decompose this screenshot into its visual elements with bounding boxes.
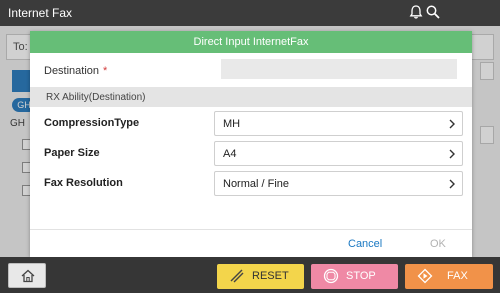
home-icon xyxy=(21,269,35,283)
reset-icon xyxy=(230,269,244,283)
section-header: RX Ability(Destination) xyxy=(30,87,472,107)
compression-type-select[interactable]: MH xyxy=(214,111,463,136)
direct-input-dialog: Direct Input InternetFax Destination * RX… xyxy=(30,31,472,257)
setting-label: Paper Size xyxy=(44,147,100,159)
chevron-right-icon xyxy=(449,149,455,159)
start-icon xyxy=(417,268,433,284)
select-value: A4 xyxy=(223,148,237,160)
top-bar: Internet Fax xyxy=(0,0,500,26)
destination-input[interactable] xyxy=(221,59,457,79)
reset-label: RESET xyxy=(252,270,289,282)
fax-resolution-select[interactable]: Normal / Fine xyxy=(214,171,463,196)
bottom-bar: RESET STOP FAX xyxy=(0,257,500,293)
chevron-right-icon xyxy=(449,179,455,189)
required-mark: * xyxy=(103,65,108,77)
fax-label: FAX xyxy=(447,270,468,282)
setting-label: Fax Resolution xyxy=(44,177,123,189)
stop-icon xyxy=(323,268,339,284)
dialog-footer: Cancel OK xyxy=(30,229,472,257)
cancel-button[interactable]: Cancel xyxy=(348,238,382,250)
paper-size-select[interactable]: A4 xyxy=(214,141,463,166)
section-title: RX Ability(Destination) xyxy=(46,92,146,103)
destination-label: Destination * xyxy=(44,65,108,77)
stop-button[interactable]: STOP xyxy=(311,264,398,289)
ok-button[interactable]: OK xyxy=(430,238,446,250)
paper-size-row: Paper Size A4 xyxy=(30,139,472,168)
setting-label: CompressionType xyxy=(44,117,140,129)
fax-start-button[interactable]: FAX xyxy=(405,264,493,289)
fax-resolution-row: Fax Resolution Normal / Fine xyxy=(30,169,472,198)
home-button[interactable] xyxy=(8,263,46,288)
select-value: Normal / Fine xyxy=(223,178,290,190)
chevron-right-icon xyxy=(449,119,455,129)
dialog-title: Direct Input InternetFax xyxy=(30,31,472,53)
select-value: MH xyxy=(223,118,241,130)
app-title: Internet Fax xyxy=(8,6,73,20)
search-icon[interactable] xyxy=(425,4,441,20)
stop-label: STOP xyxy=(346,270,376,282)
destination-row: Destination * xyxy=(30,53,472,86)
reset-button[interactable]: RESET xyxy=(217,264,304,289)
bell-icon[interactable] xyxy=(408,4,424,20)
compression-type-row: CompressionType MH xyxy=(30,109,472,138)
